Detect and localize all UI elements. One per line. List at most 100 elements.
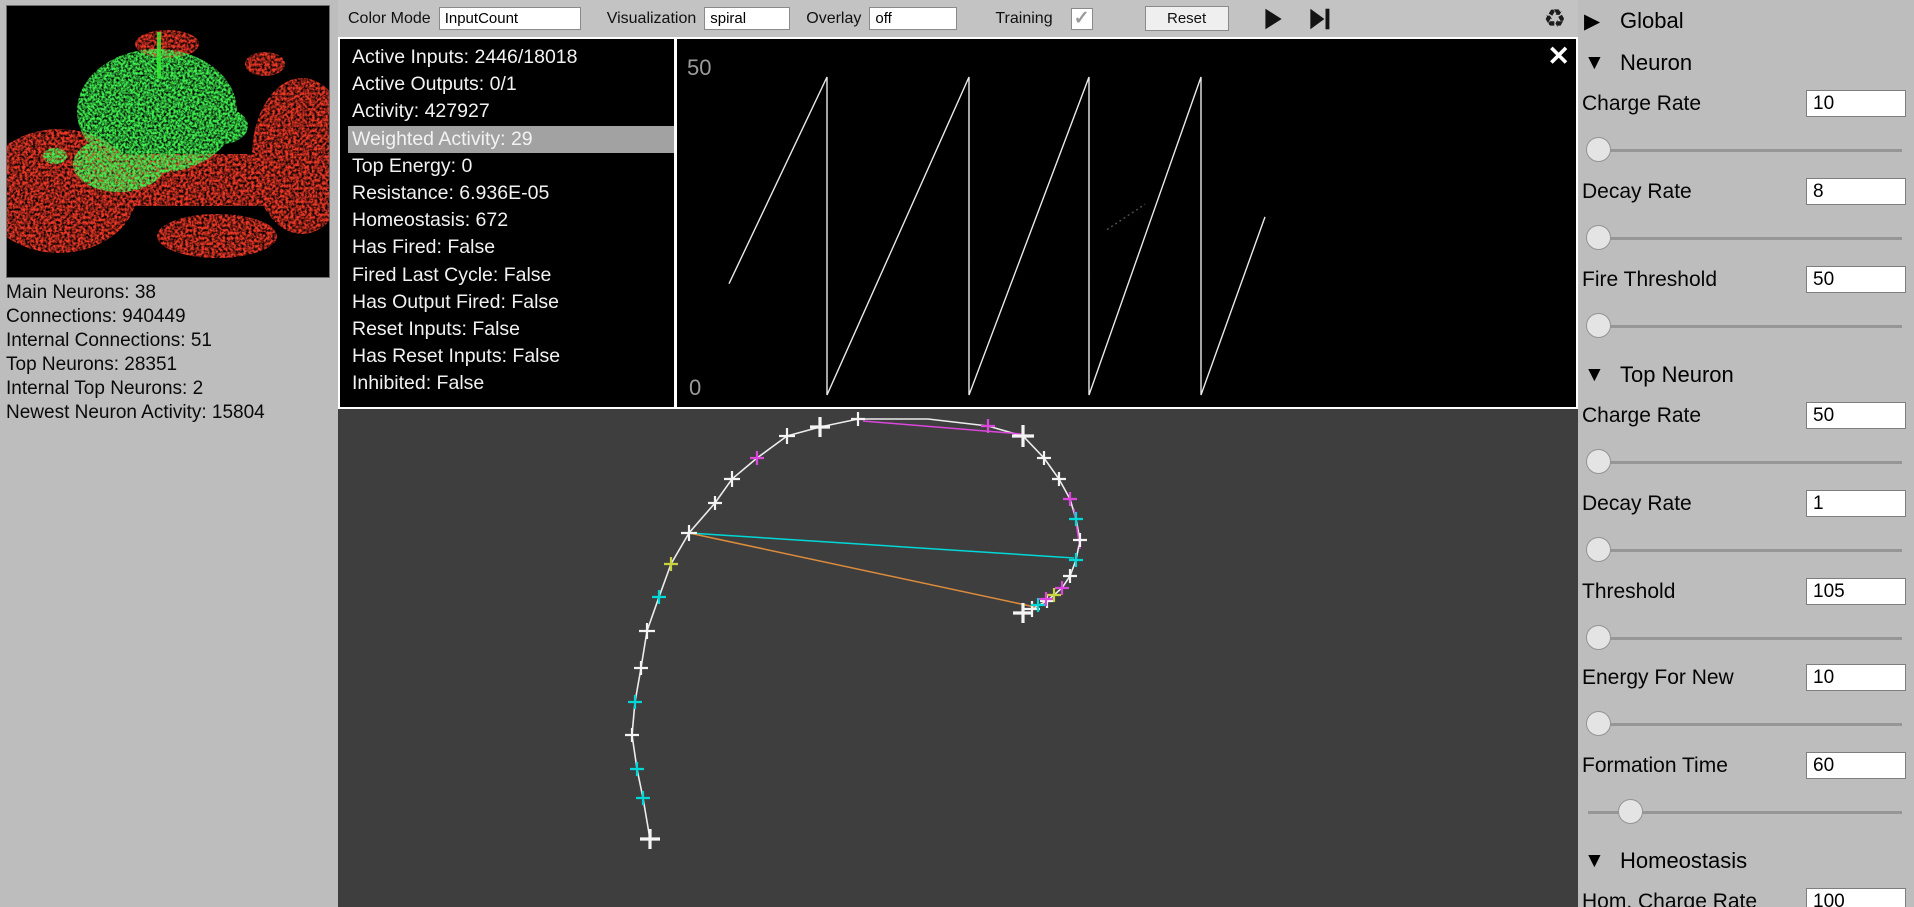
neuron-charge-rate-slider[interactable] bbox=[1584, 136, 1906, 164]
step-button[interactable] bbox=[1305, 5, 1333, 33]
slider-thumb[interactable] bbox=[1586, 625, 1611, 650]
slider-thumb[interactable] bbox=[1586, 537, 1611, 562]
slider-track bbox=[1588, 549, 1902, 552]
chevron-down-icon: ▼ bbox=[1584, 51, 1608, 75]
green-streak bbox=[157, 32, 161, 78]
neuron-decay-rate-input[interactable] bbox=[1806, 178, 1906, 205]
hom-charge-rate-label: Hom. Charge Rate bbox=[1582, 890, 1757, 907]
slider-thumb[interactable] bbox=[1586, 711, 1611, 736]
neuron-decay-rate-slider[interactable] bbox=[1584, 224, 1906, 252]
overlay-label: Overlay bbox=[806, 10, 861, 28]
slider-thumb[interactable] bbox=[1586, 137, 1611, 162]
chevron-right-icon: ▶ bbox=[1584, 9, 1608, 34]
spiral-visualization-canvas[interactable] bbox=[338, 409, 1578, 907]
step-forward-icon bbox=[1306, 6, 1332, 32]
activity-noise-graphic bbox=[7, 6, 329, 277]
chevron-down-icon: ▼ bbox=[1584, 849, 1608, 873]
top-charge-rate-slider[interactable] bbox=[1584, 448, 1906, 476]
section-header-homeostasis[interactable]: ▼ Homeostasis bbox=[1584, 846, 1747, 876]
energy-for-new-slider[interactable] bbox=[1584, 710, 1906, 738]
slider-thumb[interactable] bbox=[1586, 449, 1611, 474]
stat-internal-top-neurons: Internal Top Neurons: 2 bbox=[6, 377, 336, 401]
neuron-charge-rate-input[interactable] bbox=[1806, 90, 1906, 117]
info-row-has-fired[interactable]: Has Fired: False bbox=[352, 234, 674, 261]
training-label: Training bbox=[995, 10, 1052, 28]
play-button[interactable] bbox=[1259, 5, 1287, 33]
top-threshold-input[interactable] bbox=[1806, 578, 1906, 605]
field-top-charge-rate: Charge Rate bbox=[1582, 402, 1910, 430]
neuron-charge-rate-label: Charge Rate bbox=[1582, 92, 1701, 115]
stat-connections: Connections: 940449 bbox=[6, 305, 336, 329]
slider-track bbox=[1588, 723, 1902, 726]
energy-for-new-input[interactable] bbox=[1806, 664, 1906, 691]
field-hom-charge-rate: Hom. Charge Rate bbox=[1582, 888, 1910, 907]
left-panel: Main Neurons: 38 Connections: 940449 Int… bbox=[0, 0, 338, 907]
fire-threshold-slider[interactable] bbox=[1584, 312, 1906, 340]
visualization-input[interactable] bbox=[704, 7, 790, 30]
top-decay-rate-slider[interactable] bbox=[1584, 536, 1906, 564]
color-mode-input[interactable] bbox=[439, 7, 581, 30]
checkmark-icon: ✓ bbox=[1074, 7, 1090, 30]
info-row-inhibited[interactable]: Inhibited: False bbox=[352, 370, 674, 397]
info-row-fired-last-cycle[interactable]: Fired Last Cycle: False bbox=[352, 262, 674, 289]
close-icon[interactable]: ✕ bbox=[1547, 41, 1570, 71]
info-row-resistance[interactable]: Resistance: 6.936E-05 bbox=[352, 180, 674, 207]
slider-thumb[interactable] bbox=[1586, 313, 1611, 338]
formation-time-slider[interactable] bbox=[1584, 798, 1906, 826]
field-neuron-decay-rate: Decay Rate bbox=[1582, 178, 1910, 206]
color-mode-label: Color Mode bbox=[348, 10, 431, 28]
field-energy-for-new: Energy For New bbox=[1582, 664, 1910, 692]
spiral-graph bbox=[338, 409, 1578, 907]
info-row-weighted-activity[interactable]: Weighted Activity: 29 bbox=[348, 126, 674, 153]
top-charge-rate-input[interactable] bbox=[1806, 402, 1906, 429]
play-icon bbox=[1260, 6, 1286, 32]
top-panels: Active Inputs: 2446/18018 Active Outputs… bbox=[338, 37, 1578, 409]
neuron-info-panel: Active Inputs: 2446/18018 Active Outputs… bbox=[340, 39, 674, 407]
slider-track bbox=[1588, 637, 1902, 640]
energy-chart-panel: 50 0 ✕ bbox=[677, 39, 1576, 407]
neuron-decay-rate-label: Decay Rate bbox=[1582, 180, 1692, 203]
info-row-homeostasis[interactable]: Homeostasis: 672 bbox=[352, 207, 674, 234]
info-row-has-output-fired[interactable]: Has Output Fired: False bbox=[352, 289, 674, 316]
neural-sim-window: Main Neurons: 38 Connections: 940449 Int… bbox=[0, 0, 1914, 907]
stat-internal-connections: Internal Connections: 51 bbox=[6, 329, 336, 353]
top-charge-rate-label: Charge Rate bbox=[1582, 404, 1701, 427]
slider-thumb[interactable] bbox=[1586, 225, 1611, 250]
top-decay-rate-input[interactable] bbox=[1806, 490, 1906, 517]
hom-charge-rate-input[interactable] bbox=[1806, 888, 1906, 907]
network-activity-image bbox=[6, 5, 330, 278]
field-neuron-charge-rate: Charge Rate bbox=[1582, 90, 1910, 118]
info-row-has-reset-inputs[interactable]: Has Reset Inputs: False bbox=[352, 343, 674, 370]
stat-main-neurons: Main Neurons: 38 bbox=[6, 281, 336, 305]
top-decay-rate-label: Decay Rate bbox=[1582, 492, 1692, 515]
y-axis-min-label: 0 bbox=[689, 375, 701, 401]
info-row-active-inputs[interactable]: Active Inputs: 2446/18018 bbox=[352, 44, 674, 71]
field-formation-time: Formation Time bbox=[1582, 752, 1910, 780]
training-checkbox[interactable]: ✓ bbox=[1071, 8, 1093, 30]
field-fire-threshold: Fire Threshold bbox=[1582, 266, 1910, 294]
recycle-button[interactable]: ♻ bbox=[1544, 4, 1566, 34]
section-header-top-neuron[interactable]: ▼ Top Neuron bbox=[1584, 360, 1734, 390]
info-row-active-outputs[interactable]: Active Outputs: 0/1 bbox=[352, 71, 674, 98]
visualization-label: Visualization bbox=[607, 10, 697, 28]
overlay-input[interactable] bbox=[869, 7, 957, 30]
slider-thumb[interactable] bbox=[1618, 799, 1643, 824]
top-threshold-slider[interactable] bbox=[1584, 624, 1906, 652]
info-row-reset-inputs[interactable]: Reset Inputs: False bbox=[352, 316, 674, 343]
settings-sidebar: ▶ Global ▼ Neuron Charge Rate Decay Rate… bbox=[1578, 0, 1914, 907]
section-header-neuron[interactable]: ▼ Neuron bbox=[1584, 48, 1692, 78]
info-row-activity[interactable]: Activity: 427927 bbox=[352, 98, 674, 125]
reset-button[interactable]: Reset bbox=[1145, 6, 1229, 31]
section-label-neuron: Neuron bbox=[1620, 50, 1692, 76]
formation-time-label: Formation Time bbox=[1582, 754, 1728, 777]
slider-track bbox=[1588, 149, 1902, 152]
section-header-global[interactable]: ▶ Global bbox=[1584, 6, 1684, 36]
chevron-down-icon: ▼ bbox=[1584, 363, 1608, 387]
main-view: Color Mode Visualization Overlay Trainin… bbox=[338, 0, 1578, 907]
slider-track bbox=[1588, 461, 1902, 464]
formation-time-input[interactable] bbox=[1806, 752, 1906, 779]
slider-track bbox=[1588, 325, 1902, 328]
fire-threshold-input[interactable] bbox=[1806, 266, 1906, 293]
field-top-decay-rate: Decay Rate bbox=[1582, 490, 1910, 518]
info-row-top-energy[interactable]: Top Energy: 0 bbox=[352, 153, 674, 180]
